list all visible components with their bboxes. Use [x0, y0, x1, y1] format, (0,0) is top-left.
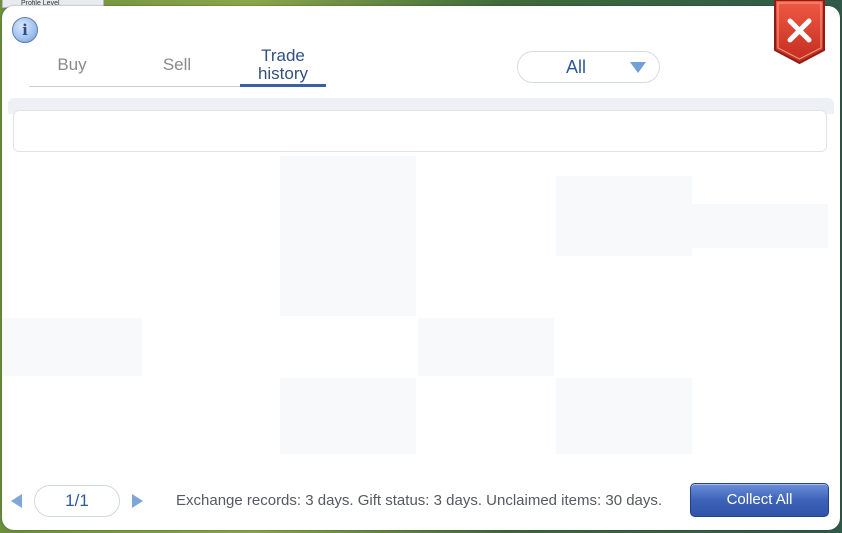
background-block — [2, 318, 142, 376]
background-block — [418, 318, 554, 376]
filter-dropdown[interactable]: All — [517, 51, 660, 83]
tab-bar: Buy Sell Trade history — [29, 44, 326, 87]
info-glyph: i — [22, 21, 28, 39]
background-block — [280, 156, 416, 316]
page-indicator: 1/1 — [34, 485, 120, 517]
retention-note: Exchange records: 3 days. Gift status: 3… — [176, 492, 663, 509]
tab-sell[interactable]: Sell — [134, 44, 220, 86]
collect-all-button[interactable]: Collect All — [690, 483, 829, 517]
trade-panel: i Buy Sell Trade history All 1/1 Exchang… — [2, 6, 840, 530]
footer: 1/1 Exchange records: 3 days. Gift statu… — [2, 476, 840, 530]
background-block — [280, 378, 416, 454]
tab-trade-history[interactable]: Trade history — [240, 44, 326, 87]
close-icon[interactable] — [773, 0, 826, 66]
background-block — [692, 204, 828, 248]
info-icon[interactable]: i — [12, 17, 38, 43]
triangle-down-icon — [630, 62, 646, 73]
tab-buy[interactable]: Buy — [29, 44, 115, 86]
background-block — [556, 176, 692, 256]
filter-selected-value: All — [565, 57, 586, 77]
list-item — [13, 110, 827, 152]
background-block — [556, 378, 692, 454]
right-arrow-icon[interactable] — [132, 494, 143, 508]
list-empty-area — [2, 156, 840, 476]
left-arrow-icon[interactable] — [11, 494, 22, 508]
